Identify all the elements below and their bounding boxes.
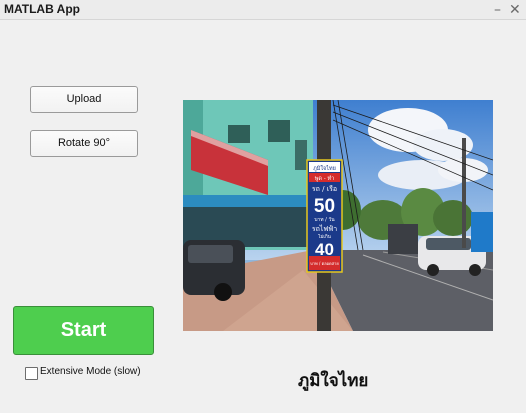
window-title: MATLAB App xyxy=(4,2,80,16)
title-bar: MATLAB App – ✕ xyxy=(0,0,526,20)
sign-line-8: 40 xyxy=(315,240,334,259)
sign-line-3: รถ / เรือ xyxy=(312,185,337,193)
sign-line-9: บาท / ตลอดสาย xyxy=(310,261,338,266)
image-preview: ภูมิใจไทย พูด - ทำ รถ / เรือ 50 บาท / วั… xyxy=(183,100,493,331)
close-icon[interactable]: ✕ xyxy=(509,1,521,19)
sign-line-5: บาท / วัน xyxy=(314,217,335,223)
campaign-sign: ภูมิใจไทย พูด - ทำ รถ / เรือ 50 บาท / วั… xyxy=(306,159,343,273)
sign-line-6: รถไฟฟ้า xyxy=(312,224,337,233)
result-text: ภูมิใจไทย xyxy=(298,371,369,391)
rotate-button[interactable]: Rotate 90° xyxy=(30,130,138,157)
extensive-mode-checkbox[interactable] xyxy=(25,367,38,380)
minimize-icon[interactable]: – xyxy=(494,1,501,19)
upload-button[interactable]: Upload xyxy=(30,86,138,113)
start-button[interactable]: Start xyxy=(13,306,154,355)
sign-line-2: พูด - ทำ xyxy=(315,175,334,182)
street-photo: ภูมิใจไทย พูด - ทำ รถ / เรือ 50 บาท / วั… xyxy=(183,100,493,331)
sign-line-4: 50 xyxy=(314,196,335,217)
extensive-mode-label: Extensive Mode (slow) xyxy=(40,366,141,377)
sign-line-1: ภูมิใจไทย xyxy=(313,165,336,172)
